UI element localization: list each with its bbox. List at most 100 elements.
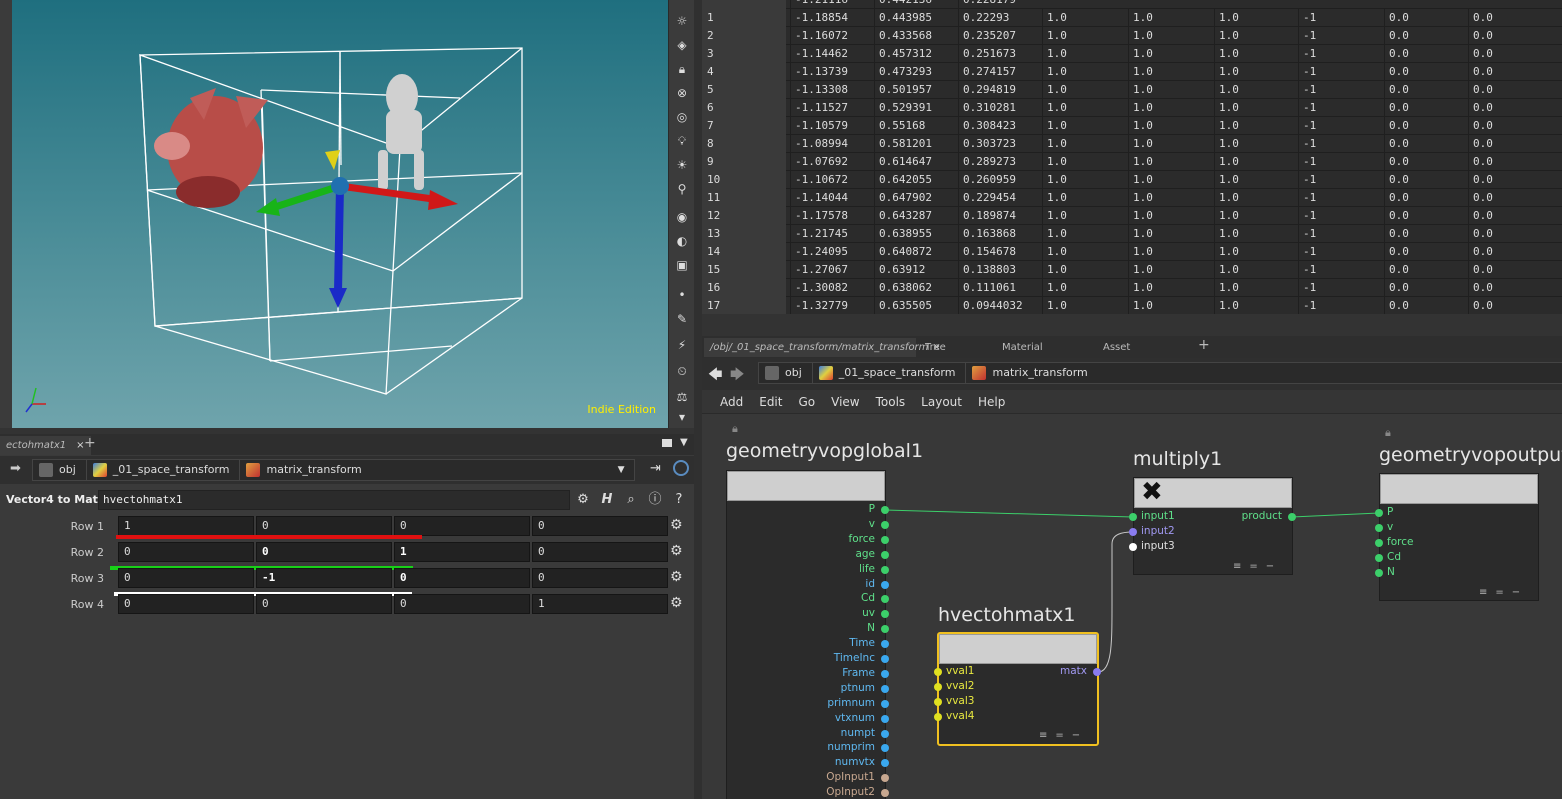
node-header[interactable] xyxy=(939,634,1097,664)
port-connector[interactable] xyxy=(1129,543,1137,551)
back-icon[interactable]: 🡄 xyxy=(708,364,722,388)
matrix-cell[interactable]: 1 xyxy=(118,516,254,536)
port-connector[interactable] xyxy=(1375,569,1383,577)
table-row[interactable]: 8 -1.08994 0.581201 0.303723 1.0 1.0 1.0 -1 0.0 0… xyxy=(702,135,1562,153)
port-connector[interactable] xyxy=(881,565,889,574)
visibility-icon[interactable]: ◐ xyxy=(673,232,691,250)
crumb-space-transform[interactable]: _01_space_transform xyxy=(811,362,967,384)
search-icon[interactable]: ⌕ xyxy=(622,491,640,509)
node-flags[interactable]: ≡=− xyxy=(1039,730,1088,741)
port-connector[interactable] xyxy=(934,683,942,691)
light-icon[interactable]: 💡︎ xyxy=(673,132,691,150)
brush-icon[interactable]: ⚡︎ xyxy=(673,336,691,354)
table-row[interactable]: 11 -1.14044 0.647902 0.229454 1.0 1.0 1.0 -1 0.0… xyxy=(702,189,1562,207)
port-connector[interactable] xyxy=(881,669,889,678)
help-icon[interactable]: ? xyxy=(670,491,688,509)
row-gear-icon[interactable]: ⚙ xyxy=(670,569,683,585)
port-connector[interactable] xyxy=(881,684,889,693)
menu-view[interactable]: View xyxy=(831,395,859,409)
gear-icon[interactable]: ⚙ xyxy=(574,491,592,509)
port-connector[interactable] xyxy=(1288,513,1296,521)
matrix-cell[interactable]: 1 xyxy=(532,594,668,614)
network-canvas[interactable]: 🔒︎ geometryvopglobal1 multiply1 ✖ 🔒︎ geo… xyxy=(702,414,1562,799)
row-gear-icon[interactable]: ⚙ xyxy=(670,543,683,559)
add-tab-button[interactable]: + xyxy=(1192,336,1216,355)
geometry-spreadsheet[interactable]: -1.211160.4421360.2281791-1.188540.44398… xyxy=(702,0,1562,314)
port-connector[interactable] xyxy=(881,520,889,529)
table-row[interactable]: 15 -1.27067 0.63912 0.138803 1.0 1.0 1.0 -1 0.0 0… xyxy=(702,261,1562,279)
tab-asset-browser[interactable]: Asset Browser× xyxy=(1097,338,1187,372)
port-connector[interactable] xyxy=(1375,539,1383,547)
matrix-cell[interactable]: 0 xyxy=(532,516,668,536)
ghost-icon[interactable]: ◎ xyxy=(673,108,691,126)
port-connector[interactable] xyxy=(881,714,889,723)
matrix-cell[interactable]: -1 xyxy=(256,568,392,588)
port-connector[interactable] xyxy=(881,550,889,559)
info-icon[interactable]: ⓘ xyxy=(646,491,664,509)
shading-icon[interactable]: ☼ xyxy=(673,12,691,30)
matrix-cell[interactable]: 0 xyxy=(256,516,392,536)
table-row[interactable]: -1.211160.4421360.228179 xyxy=(702,0,1562,9)
table-row[interactable]: 13 -1.21745 0.638955 0.163868 1.0 1.0 1.0 -1 0.0… xyxy=(702,225,1562,243)
bulb-icon[interactable]: ☀ xyxy=(673,156,691,174)
table-row[interactable]: 14 -1.24095 0.640872 0.154678 1.0 1.0 1.0 -1 0.0… xyxy=(702,243,1562,261)
lock-icon[interactable]: 🔒︎ xyxy=(732,422,742,435)
port-connector[interactable] xyxy=(881,580,889,589)
help-h-icon[interactable]: H xyxy=(598,491,616,509)
matrix-cell[interactable]: 0 xyxy=(118,568,254,588)
crumb-matrix-transform[interactable]: matrix_transform xyxy=(965,362,1562,384)
vertical-splitter[interactable] xyxy=(694,0,702,799)
table-row[interactable]: 5 -1.13308 0.501957 0.294819 1.0 1.0 1.0 -1 0.0 0… xyxy=(702,81,1562,99)
port-connector[interactable] xyxy=(1375,524,1383,532)
table-row[interactable]: 12 -1.17578 0.643287 0.189874 1.0 1.0 1.0 -1 0.0… xyxy=(702,207,1562,225)
port-connector[interactable] xyxy=(881,655,889,663)
node-name-field[interactable]: hvectohmatx1 xyxy=(98,490,570,510)
transform-handle[interactable] xyxy=(256,150,458,308)
point-icon[interactable]: • xyxy=(673,286,691,304)
camera-icon[interactable]: ⚲ xyxy=(673,180,691,198)
table-row[interactable]: 10 -1.10672 0.642055 0.260959 1.0 1.0 1.0 -1 0.0… xyxy=(702,171,1562,189)
link-icon[interactable] xyxy=(673,460,689,476)
table-row[interactable]: 6 -1.11527 0.529391 0.310281 1.0 1.0 1.0 -1 0.0 0… xyxy=(702,99,1562,117)
menu-add[interactable]: Add xyxy=(720,395,743,409)
port-connector[interactable] xyxy=(881,699,889,708)
port-connector[interactable] xyxy=(1129,528,1137,536)
menu-layout[interactable]: Layout xyxy=(921,395,962,409)
matrix-cell[interactable]: 0 xyxy=(532,568,668,588)
node-header[interactable]: ✖ xyxy=(1134,477,1292,508)
port-connector[interactable] xyxy=(934,713,942,721)
table-row[interactable]: 2 -1.16072 0.433568 0.235207 1.0 1.0 1.0 -1 0.0 0… xyxy=(702,27,1562,45)
timecode-icon[interactable]: ⏲︎ xyxy=(673,362,691,380)
port-connector[interactable] xyxy=(881,729,889,738)
table-row[interactable]: 1 -1.18854 0.443985 0.22293 1.0 1.0 1.0 -1 0.0 0.… xyxy=(702,9,1562,27)
node-header[interactable] xyxy=(727,471,885,501)
matrix-cell[interactable]: 0 xyxy=(256,594,392,614)
pen-icon[interactable]: ✎ xyxy=(673,310,691,328)
port-connector[interactable] xyxy=(881,535,889,544)
render-icon[interactable]: ◉ xyxy=(673,208,691,226)
tab-network-path[interactable]: /obj/_01_space_transform/matrix_transfor… xyxy=(704,338,941,357)
snap-icon[interactable]: ⊗ xyxy=(673,84,691,102)
back-arrow-icon[interactable]: ➡ xyxy=(10,461,21,476)
crumb-obj[interactable]: obj xyxy=(758,362,813,384)
port-connector[interactable] xyxy=(1093,668,1101,676)
table-row[interactable]: 16 -1.30082 0.638062 0.111061 1.0 1.0 1.0 -1 0.0… xyxy=(702,279,1562,297)
table-row[interactable]: 17 -1.32779 0.635505 0.0944032 1.0 1.0 1.0 -1 0.… xyxy=(702,297,1562,314)
port-connector[interactable] xyxy=(881,506,889,514)
table-row[interactable]: 7 -1.10579 0.55168 0.308423 1.0 1.0 1.0 -1 0.0 0.… xyxy=(702,117,1562,135)
matrix-cell[interactable]: 0 xyxy=(394,516,530,536)
matrix-cell[interactable]: 0 xyxy=(532,542,668,562)
pin-icon[interactable]: ⇥ xyxy=(650,461,661,476)
node-header[interactable] xyxy=(1380,474,1538,504)
matrix-cell[interactable]: 1 xyxy=(394,542,530,562)
matrix-cell[interactable]: 0 xyxy=(118,594,254,614)
add-tab-button[interactable]: + xyxy=(78,434,102,453)
menu-edit[interactable]: Edit xyxy=(759,395,782,409)
port-connector[interactable] xyxy=(934,668,942,676)
scene-viewport[interactable]: Indie Edition xyxy=(0,0,668,428)
pane-maximize-icon[interactable] xyxy=(662,439,672,447)
flipbook-icon[interactable]: ▣ xyxy=(673,256,691,274)
scale-icon[interactable]: ⚖︎ xyxy=(673,388,691,406)
table-row[interactable]: 4 -1.13739 0.473293 0.274157 1.0 1.0 1.0 -1 0.0 0… xyxy=(702,63,1562,81)
node-flags[interactable]: ≡=− xyxy=(1479,587,1528,598)
